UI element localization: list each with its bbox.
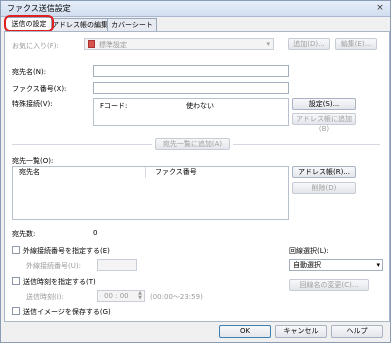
- chevron-down-icon: ▾: [266, 40, 270, 48]
- favorites-label: お気に入り(F):: [12, 42, 59, 50]
- delete-button[interactable]: 削除(D): [292, 182, 356, 194]
- ok-button[interactable]: OK: [219, 325, 271, 338]
- line-select-dropdown[interactable]: 自動選択 ▾: [289, 259, 383, 271]
- send-time-range: (00:00〜23:59): [150, 293, 203, 301]
- recipient-name-label: 宛先名(N):: [12, 68, 47, 76]
- tab-strip: 送信の設定 アドレス帳の編集 カバーシート: [1, 17, 390, 32]
- spinner-icon[interactable]: ▲ ▼: [138, 291, 142, 301]
- send-time-value: 00 : 00: [104, 292, 129, 300]
- tab-cover-sheet[interactable]: カバーシート: [107, 18, 157, 31]
- outside-line-number-input[interactable]: [97, 259, 137, 271]
- divider-left: [12, 144, 152, 145]
- outside-line-number-label: 外線接続番号(U):: [26, 262, 81, 270]
- line-select-value: 自動選択: [293, 261, 321, 269]
- recipient-count-label: 宛先数:: [12, 230, 36, 238]
- title-bar: ファクス送信設定 ×: [1, 1, 390, 17]
- fax-number-input[interactable]: [93, 82, 289, 94]
- fax-settings-window: ファクス送信設定 × 送信の設定 アドレス帳の編集 カバーシート お気に入り(F…: [0, 0, 391, 343]
- tab-addressbook-edit[interactable]: アドレス帳の編集: [51, 18, 109, 31]
- add-to-list-button[interactable]: 宛先一覧に追加(A): [155, 138, 230, 150]
- send-time-label: 送信時刻を指定する(T): [23, 278, 96, 286]
- addressbook-button[interactable]: アドレス帳(R)...: [292, 166, 356, 178]
- recipient-name-input[interactable]: [93, 65, 289, 77]
- change-line-name-button[interactable]: 回線名の変更(C)...: [289, 279, 369, 291]
- f-code-label: Fコード:: [100, 102, 128, 110]
- favorites-add-button[interactable]: 追加(D)...: [288, 38, 330, 50]
- dialog-footer: OK キャンセル ヘルプ: [1, 321, 390, 341]
- favorites-edit-button[interactable]: 編集(E)...: [335, 38, 377, 50]
- special-line-box: Fコード: 使わない: [93, 98, 289, 126]
- recipient-count-value: 0: [93, 229, 98, 237]
- help-button[interactable]: ヘルプ: [331, 325, 383, 338]
- send-time-checkbox[interactable]: [12, 277, 20, 285]
- favorites-value: 標準設定: [99, 41, 127, 49]
- document-icon: [88, 40, 95, 48]
- f-code-value: 使わない: [186, 102, 214, 110]
- column-header-name[interactable]: 宛先名: [13, 167, 146, 178]
- save-image-label: 送信イメージを保存する(G): [23, 308, 111, 316]
- add-to-addressbook-button[interactable]: アドレス帳に追加(B): [292, 113, 356, 133]
- chevron-down-icon: ▾: [376, 261, 380, 269]
- divider-right: [233, 144, 380, 145]
- window-title: ファクス送信設定: [7, 4, 71, 13]
- outside-line-label: 外線接続番号を指定する(E): [23, 247, 110, 255]
- special-line-label: 特殊接続(V):: [12, 100, 53, 108]
- send-time-input[interactable]: 00 : 00 ▲ ▼: [97, 290, 145, 302]
- cancel-button[interactable]: キャンセル: [275, 325, 327, 338]
- settings-panel: お気に入り(F): 標準設定 ▾ 追加(D)... 編集(E)... 宛先名(N…: [4, 31, 390, 322]
- special-line-settings-button[interactable]: 設定(S)...: [292, 98, 356, 110]
- line-select-label: 回線選択(L):: [289, 247, 329, 255]
- close-icon[interactable]: ×: [375, 3, 385, 13]
- column-header-fax[interactable]: ファクス番号: [145, 167, 298, 178]
- favorites-select[interactable]: 標準設定 ▾: [84, 38, 274, 50]
- fax-number-label: ファクス番号(X):: [12, 85, 67, 93]
- outside-line-checkbox[interactable]: [12, 246, 20, 254]
- recipient-list-table[interactable]: 宛先名 ファクス番号: [12, 166, 289, 220]
- save-image-checkbox[interactable]: [12, 307, 20, 315]
- send-time-field-label: 送信時刻(I):: [26, 293, 64, 301]
- tab-highlight-annotation: [4, 15, 54, 32]
- recipient-list-label: 宛先一覧(O):: [12, 157, 54, 165]
